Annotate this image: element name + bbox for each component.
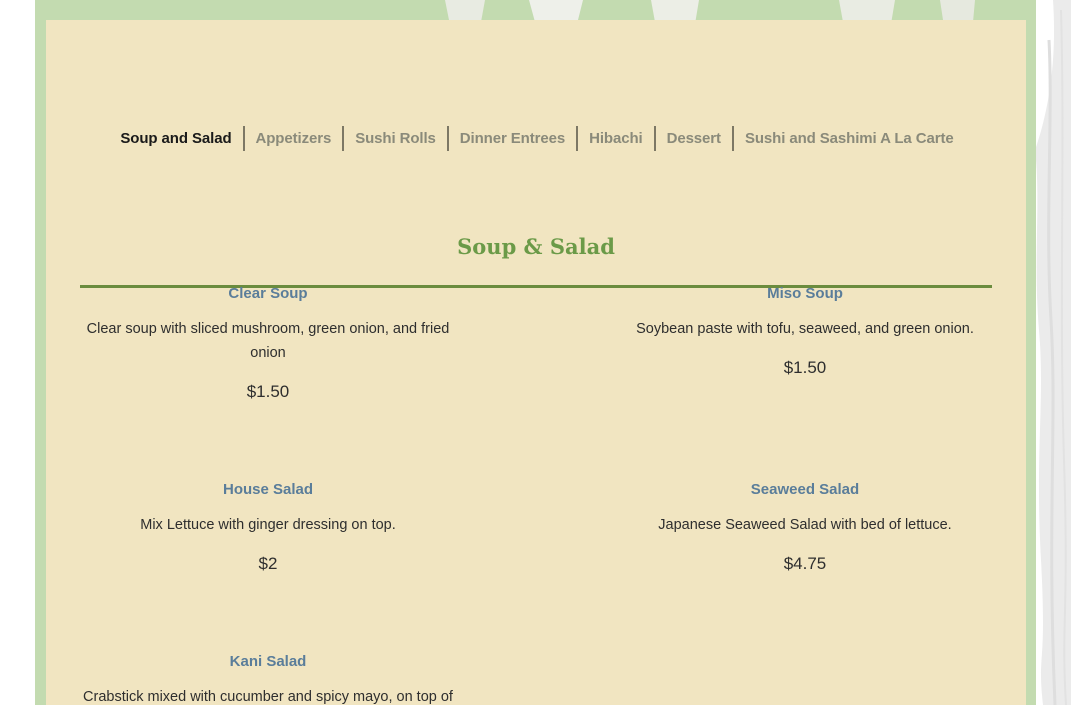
item-description: Japanese Seaweed Salad with bed of lettu… <box>658 517 952 533</box>
item-description: Clear soup with sliced mushroom, green o… <box>86 321 450 361</box>
page: Soup and Salad Appetizers Sushi Rolls Di… <box>0 0 1071 705</box>
item-description: Mix Lettuce with ginger dressing on top. <box>140 517 396 533</box>
menu-item-seaweed-salad: Seaweed Salad Japanese Seaweed Salad wit… <box>614 481 996 575</box>
menu-item-clear-soup: Clear Soup Clear soup with sliced mushro… <box>77 285 459 403</box>
tab-sushi-rolls[interactable]: Sushi Rolls <box>344 126 447 151</box>
item-price: $1.50 <box>246 382 290 401</box>
item-description: Crabstick mixed with cucumber and spicy … <box>83 689 453 705</box>
tab-sushi-and-sashimi-a-la-carte[interactable]: Sushi and Sashimi A La Carte <box>734 126 965 151</box>
item-name: House Salad <box>222 481 314 498</box>
menu-panel: Soup and Salad Appetizers Sushi Rolls Di… <box>46 20 1026 705</box>
tab-appetizers[interactable]: Appetizers <box>245 126 343 151</box>
item-name: Kani Salad <box>229 653 307 670</box>
item-price: $2 <box>258 554 278 573</box>
item-price: $1.50 <box>783 358 827 377</box>
item-name: Miso Soup <box>767 285 843 302</box>
item-description: Soybean paste with tofu, seaweed, and gr… <box>636 321 974 337</box>
tab-dinner-entrees[interactable]: Dinner Entrees <box>449 126 576 151</box>
menu-item-miso-soup: Miso Soup Soybean paste with tofu, seawe… <box>614 285 996 379</box>
section-title: Soup & Salad <box>457 234 615 259</box>
tab-dessert[interactable]: Dessert <box>656 126 732 151</box>
menu-category-tabs: Soup and Salad Appetizers Sushi Rolls Di… <box>46 126 1026 151</box>
brush-texture-right <box>1035 0 1071 705</box>
tab-soup-and-salad[interactable]: Soup and Salad <box>109 126 242 151</box>
item-name: Clear Soup <box>228 285 308 302</box>
item-name: Seaweed Salad <box>750 481 860 498</box>
menu-item-kani-salad: Kani Salad Crabstick mixed with cucumber… <box>77 653 459 705</box>
item-price: $4.75 <box>783 554 827 573</box>
tab-hibachi[interactable]: Hibachi <box>578 126 653 151</box>
menu-item-house-salad: House Salad Mix Lettuce with ginger dres… <box>77 481 459 575</box>
